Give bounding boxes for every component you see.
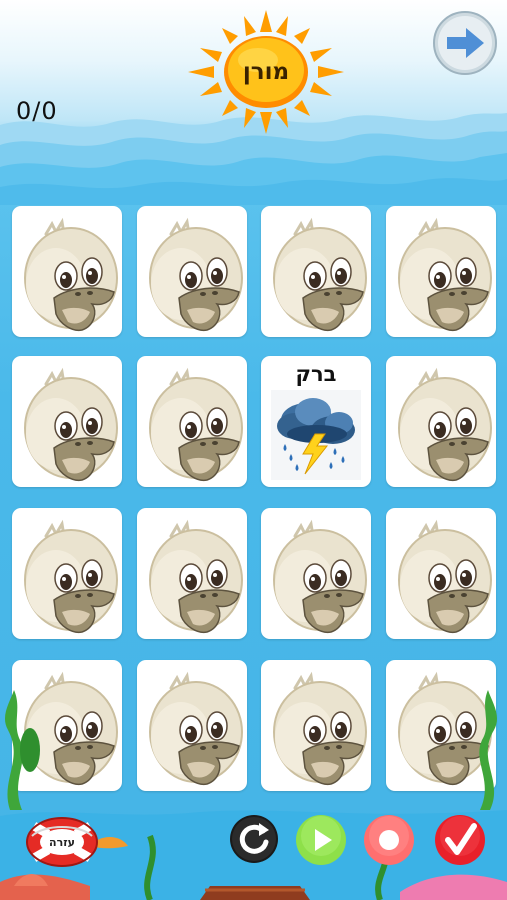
memory-card[interactable] [137, 660, 247, 791]
memory-card[interactable] [261, 206, 371, 337]
duck-icon [148, 522, 244, 634]
memory-card[interactable] [12, 508, 122, 639]
memory-card[interactable] [137, 508, 247, 639]
duck-icon [23, 370, 119, 482]
duck-icon [397, 674, 493, 786]
duck-icon [23, 522, 119, 634]
duck-icon [23, 220, 119, 332]
checkmark-icon [435, 815, 485, 865]
record-button[interactable] [363, 814, 415, 866]
duck-icon [397, 220, 493, 332]
memory-card[interactable] [386, 508, 496, 639]
help-label: עזרה [49, 835, 75, 849]
duck-icon [148, 220, 244, 332]
duck-icon [272, 674, 368, 786]
memory-card[interactable] [12, 660, 122, 791]
next-button[interactable] [432, 10, 498, 76]
duck-icon [148, 370, 244, 482]
storm-cloud-lightning-icon [271, 390, 361, 480]
memory-card[interactable] [386, 356, 496, 487]
record-icon [364, 815, 414, 865]
play-button[interactable] [295, 814, 347, 866]
memory-card[interactable] [137, 356, 247, 487]
sun-name-badge: מורן [188, 10, 344, 134]
play-icon [296, 815, 346, 865]
restart-button[interactable] [229, 814, 279, 864]
duck-icon [272, 522, 368, 634]
memory-card[interactable] [137, 206, 247, 337]
memory-card[interactable] [12, 356, 122, 487]
refresh-icon [230, 815, 278, 863]
duck-icon [397, 522, 493, 634]
bottom-toolbar: עזרה [0, 806, 507, 900]
score-counter: 0/0 [16, 97, 58, 125]
memory-card[interactable] [386, 206, 496, 337]
arrow-right-icon [433, 11, 497, 75]
check-button[interactable] [434, 814, 486, 866]
duck-icon [148, 674, 244, 786]
duck-icon [397, 370, 493, 482]
help-button[interactable]: עזרה [24, 814, 100, 870]
duck-icon [23, 674, 119, 786]
memory-card[interactable] [261, 508, 371, 639]
card-word: ברק [295, 362, 337, 386]
duck-icon [272, 220, 368, 332]
memory-card[interactable] [261, 660, 371, 791]
player-name: מורן [242, 59, 290, 85]
memory-card-revealed[interactable]: ברק [261, 356, 371, 487]
memory-card[interactable] [386, 660, 496, 791]
memory-card[interactable] [12, 206, 122, 337]
